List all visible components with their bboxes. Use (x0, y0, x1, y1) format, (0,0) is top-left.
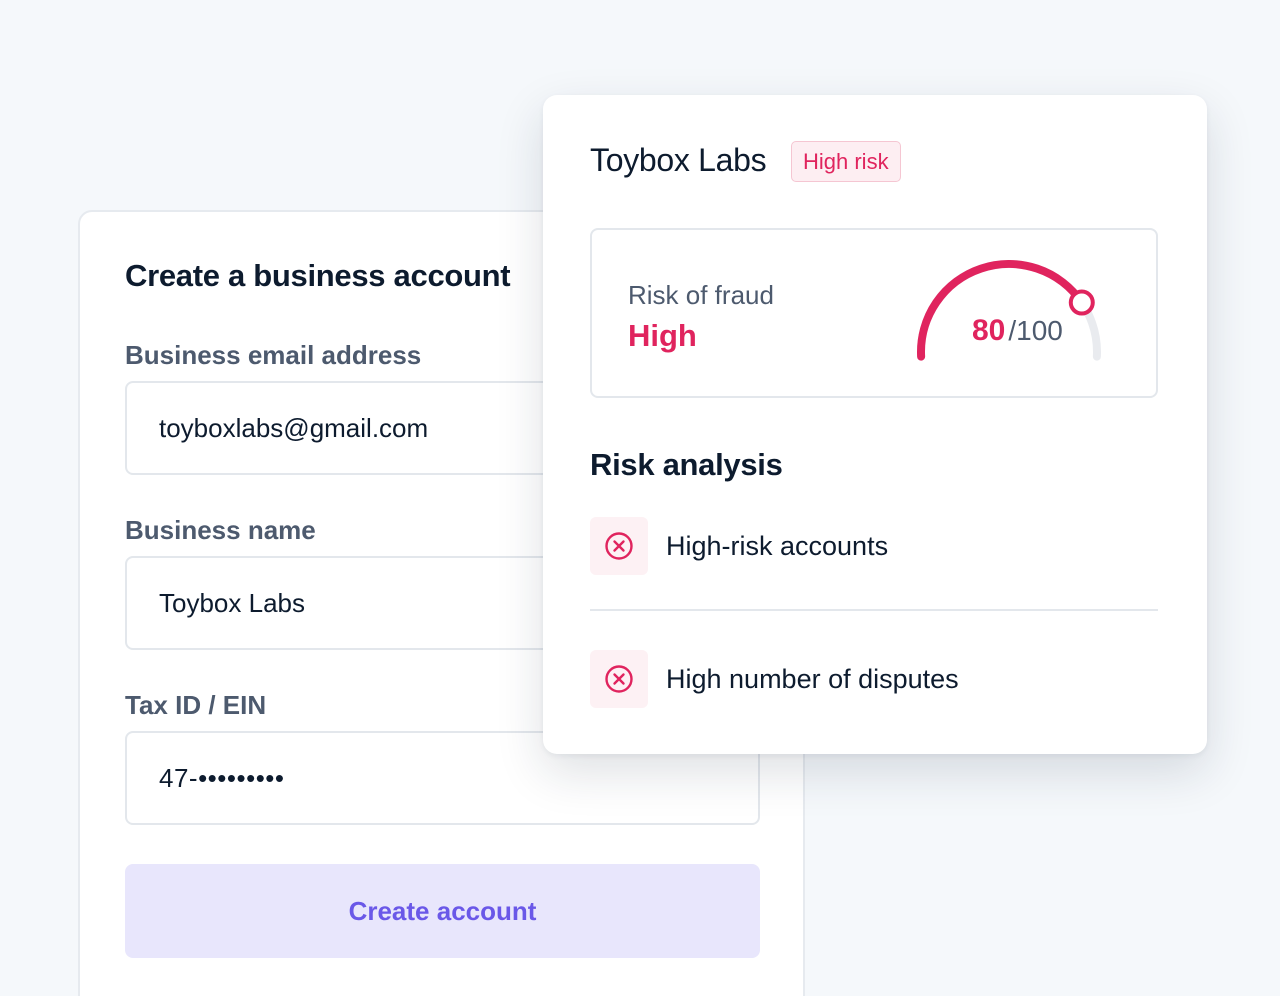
score-value: 80 (972, 314, 1006, 347)
divider (590, 609, 1158, 611)
company-name: Toybox Labs (590, 142, 767, 178)
email-label: Business email address (125, 340, 422, 370)
business-name-label: Business name (125, 515, 316, 545)
tax-id-label: Tax ID / EIN (125, 690, 267, 720)
risk-panel: Toybox Labs High risk Risk of fraud High… (543, 95, 1207, 754)
stage: Create a business account Business email… (0, 0, 1280, 996)
risk-analysis-title: Risk analysis (590, 447, 783, 482)
risk-item: High-risk accounts (590, 517, 1158, 575)
score-readout: 80/100 (972, 314, 1063, 348)
risk-item-text: High number of disputes (666, 663, 959, 694)
score-label: Risk of fraud (628, 280, 774, 310)
x-circle-icon (590, 650, 648, 708)
business-email-value: toyboxlabs@gmail.com (159, 412, 429, 443)
fraud-score-box: Risk of fraud High 80/100 (590, 228, 1158, 398)
create-account-button[interactable]: Create account (125, 864, 760, 958)
risk-item-text: High-risk accounts (666, 530, 889, 561)
x-circle-icon (590, 517, 648, 575)
gauge-knob (1068, 289, 1095, 316)
form-title: Create a business account (125, 258, 511, 293)
score-level: High (628, 318, 697, 353)
risk-gauge (917, 260, 1101, 361)
business-name-value: Toybox Labs (159, 587, 305, 618)
risk-item: High number of disputes (590, 650, 1158, 708)
tax-id-value: 47-••••••••• (159, 762, 285, 793)
risk-badge: High risk (791, 141, 901, 182)
create-account-label: Create account (348, 895, 537, 926)
score-max: /100 (1008, 315, 1063, 346)
